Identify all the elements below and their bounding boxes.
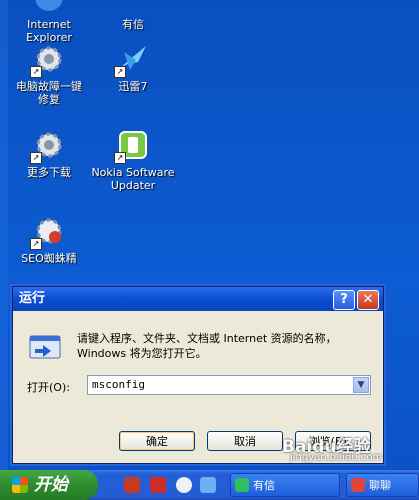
desktop-icon-label: 迅雷7 <box>118 80 148 93</box>
dialog-description: 请键入程序、文件夹、文档或 Internet 资源的名称，Windows 将为您… <box>77 332 337 360</box>
chevron-down-icon[interactable]: ▼ <box>353 377 369 393</box>
desktop-icon-pc-repair[interactable]: ↗ 电脑故障一键 修复 <box>4 42 94 106</box>
open-input[interactable]: msconfig <box>92 378 145 391</box>
dialog-titlebar[interactable]: 运行 ? ✕ <box>13 287 383 311</box>
desktop-icon-more-downloads[interactable]: ↗ 更多下载 <box>4 128 94 179</box>
task-label: 聊聊 <box>369 479 391 492</box>
taskbar: 开始 有信 聊聊 <box>0 470 419 500</box>
close-button[interactable]: ✕ <box>357 290 379 310</box>
nokia-updater-icon: ↗ <box>114 128 150 164</box>
task-label: 有信 <box>253 479 275 492</box>
quicklaunch-app-icon[interactable] <box>176 477 192 493</box>
desktop-icon-label: 更多下载 <box>27 166 71 179</box>
desktop-icon-xunlei[interactable]: ↗ 迅雷7 <box>88 42 178 93</box>
shortcut-arrow-icon: ↗ <box>114 152 126 164</box>
open-label: 打开(O): <box>27 381 70 394</box>
shortcut-arrow-icon: ↗ <box>114 66 126 78</box>
spider-gear-icon: ↗ <box>30 214 66 250</box>
desktop-icon-label: SEO蜘蛛精 <box>21 252 77 265</box>
windows-logo-icon <box>12 477 28 493</box>
gear-icon: ↗ <box>30 128 66 164</box>
baidu-watermark-url: jingyan.baidu.com <box>290 452 383 463</box>
shortcut-arrow-icon: ↗ <box>30 66 42 78</box>
quicklaunch-app-icon[interactable] <box>150 477 166 493</box>
shortcut-arrow-icon: ↗ <box>30 238 42 250</box>
dialog-title: 运行 <box>19 291 46 306</box>
desktop-icon-label: 电脑故障一键 修复 <box>16 80 82 106</box>
run-window-icon <box>29 335 63 361</box>
shortcut-arrow-icon: ↗ <box>30 152 42 164</box>
cancel-button[interactable]: 取消 <box>207 431 283 451</box>
task-youxin[interactable]: 有信 <box>230 473 340 497</box>
ok-button[interactable]: 确定 <box>119 431 195 451</box>
open-combobox[interactable]: msconfig ▼ <box>87 375 371 395</box>
liaoliao-icon <box>351 478 365 492</box>
internet-explorer-icon <box>32 0 66 14</box>
start-label: 开始 <box>34 475 68 495</box>
desktop-icon-internet-explorer[interactable]: Internet Explorer <box>4 0 94 44</box>
gear-icon: ↗ <box>30 42 66 78</box>
quicklaunch-app-icon[interactable] <box>124 477 140 493</box>
quicklaunch-app-icon[interactable] <box>200 477 216 493</box>
help-button[interactable]: ? <box>333 290 355 310</box>
desktop-icon-label: Internet Explorer <box>26 18 72 44</box>
youxin-icon <box>235 478 249 492</box>
youxin-icon <box>116 0 150 14</box>
start-button[interactable]: 开始 <box>0 470 98 500</box>
task-liaoliao[interactable]: 聊聊 <box>346 473 419 497</box>
desktop-icon-label: 有信 <box>122 18 144 31</box>
desktop-icon-label: Nokia Software Updater <box>91 166 175 192</box>
desktop-icon-nokia-updater[interactable]: ↗ Nokia Software Updater <box>88 128 178 192</box>
desktop-icon-youxin[interactable]: 有信 <box>88 0 178 31</box>
xunlei-bird-icon: ↗ <box>114 42 150 78</box>
desktop-icon-seo-spider[interactable]: ↗ SEO蜘蛛精 <box>4 214 94 265</box>
